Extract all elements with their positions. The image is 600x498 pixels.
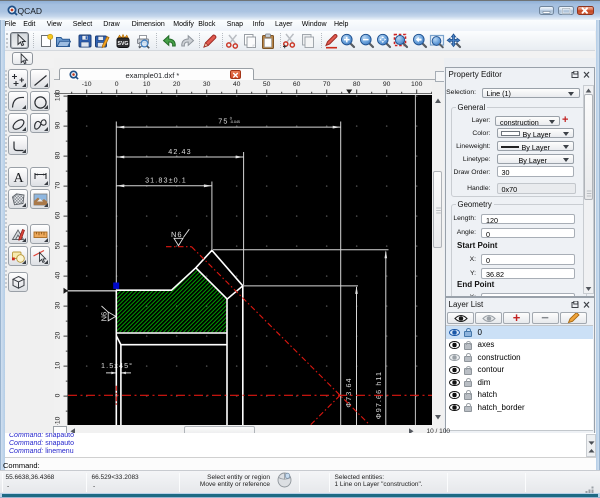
svg-text:N6: N6 xyxy=(99,311,108,321)
svg-text:-0.045: -0.045 xyxy=(230,120,240,124)
svg-text:42.43: 42.43 xyxy=(168,146,192,155)
svg-text:A: A xyxy=(13,171,24,186)
svg-text:75: 75 xyxy=(218,116,228,125)
svg-text:N6: N6 xyxy=(171,230,183,239)
svg-text:SVG: SVG xyxy=(117,41,128,47)
svg-text:31.83±0.1: 31.83±0.1 xyxy=(145,175,187,184)
svg-text:Φ73.64: Φ73.64 xyxy=(344,377,353,407)
